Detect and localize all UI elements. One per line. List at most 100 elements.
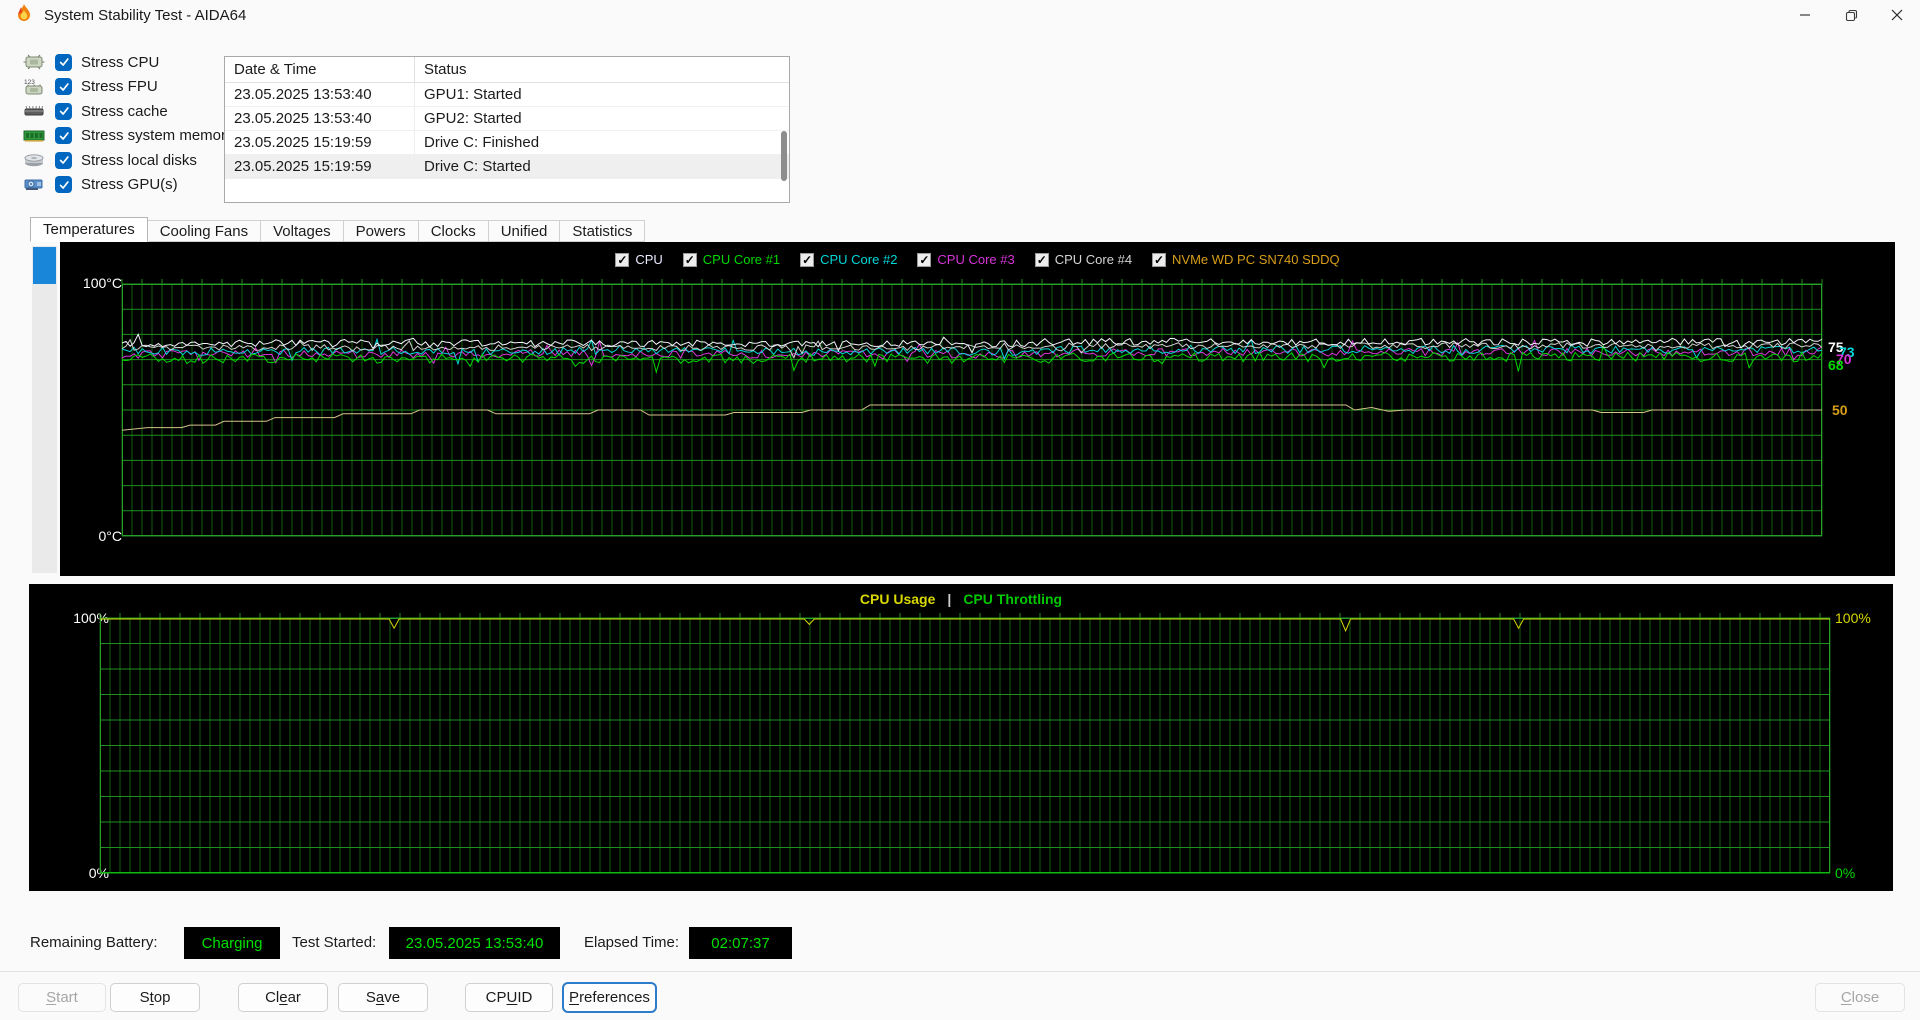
window-title: System Stability Test - AIDA64	[44, 6, 247, 24]
stress-item: Stress local disks	[22, 148, 234, 173]
close-dialog-button[interactable]: Close	[1815, 983, 1905, 1012]
legend-checkbox[interactable]: ✓	[1034, 252, 1049, 267]
log-row[interactable]: 23.05.2025 13:53:40 GPU1: Started	[225, 83, 789, 107]
status-label: Test Started:	[292, 934, 377, 951]
start-button[interactable]: Start	[18, 983, 106, 1012]
stress-item-label: Stress local disks	[81, 151, 197, 169]
log-cell-datetime: 23.05.2025 13:53:40	[225, 83, 415, 106]
legend-item: ✓ CPU Core #3	[917, 252, 1015, 267]
status-label: Remaining Battery:	[30, 934, 158, 951]
stress-checkbox[interactable]	[55, 78, 72, 96]
status-bar: Remaining Battery: Charging Test Started: 2…	[0, 927, 1920, 959]
usage-header-cpu-throttling: CPU Throttling	[963, 591, 1063, 607]
legend-checkbox[interactable]: ✓	[800, 252, 815, 267]
current-value-label: 50	[1832, 402, 1848, 418]
legend-label: NVMe WD PC SN740 SDDQ	[1172, 252, 1340, 267]
memory-icon	[22, 127, 46, 145]
stress-list: Stress CPU 123 Stress FPU Stress cache Stres…	[22, 50, 234, 197]
temperature-legend: ✓ CPU ✓ CPU Core #1 ✓ CPU Core #2 ✓ CPU Core #3…	[60, 252, 1895, 267]
stress-checkbox[interactable]	[55, 102, 72, 120]
cpu-usage-plot	[99, 613, 1831, 874]
cpuid-button[interactable]: CPUID	[465, 983, 553, 1012]
stress-item: Stress cache	[22, 99, 234, 124]
disk-icon	[22, 151, 46, 169]
log-table: Date & Time Status 23.05.2025 13:53:40 GPU1…	[224, 56, 790, 203]
log-cell-datetime: 23.05.2025 15:19:59	[225, 131, 415, 154]
close-button[interactable]	[1874, 0, 1920, 30]
gpu-icon	[22, 176, 46, 194]
cpu-usage-chart-panel: CPU Usage | CPU Throttling 100% 0% 100% 0%	[29, 584, 1893, 891]
temp-axis-bottom-label: 0°C	[98, 528, 123, 544]
log-cell-datetime: 23.05.2025 15:19:59	[225, 155, 415, 178]
stress-checkbox[interactable]	[55, 127, 72, 145]
legend-item: ✓ CPU Core #4	[1034, 252, 1133, 267]
current-value-label: 68	[1828, 357, 1844, 373]
save-button[interactable]: Save	[338, 983, 428, 1012]
stress-item-label: Stress GPU(s)	[81, 176, 178, 194]
tab-temperatures[interactable]: Temperatures	[30, 217, 148, 242]
log-row[interactable]: 23.05.2025 13:53:40 GPU2: Started	[225, 107, 789, 131]
temperature-chart-panel: ✓ CPU ✓ CPU Core #1 ✓ CPU Core #2 ✓ CPU Core #3…	[60, 242, 1895, 576]
usage-axis-right-top: 100%	[1835, 610, 1871, 626]
tab-bar: Temperatures Cooling Fans Voltages Powers Cl…	[30, 217, 646, 242]
tab-statistics[interactable]: Statistics	[560, 220, 646, 242]
usage-header-cpu-usage: CPU Usage	[859, 591, 936, 607]
log-col-status: Status	[424, 61, 467, 78]
usage-header--: |	[947, 591, 952, 607]
cache-icon	[22, 102, 46, 120]
log-header-row: Date & Time Status	[225, 57, 789, 83]
log-cell-status: Drive C: Started	[424, 158, 531, 175]
tab-unified[interactable]: Unified	[488, 220, 561, 242]
flame-icon	[14, 3, 34, 28]
stress-item: 123 Stress FPU	[22, 75, 234, 100]
legend-label: CPU Core #1	[702, 252, 781, 267]
stress-item: Stress GPU(s)	[22, 173, 234, 198]
stress-checkbox[interactable]	[55, 176, 72, 194]
stress-item-label: Stress CPU	[81, 53, 160, 71]
stress-item-label: Stress FPU	[81, 78, 158, 96]
legend-checkbox[interactable]: ✓	[682, 252, 697, 267]
stop-button[interactable]: Stop	[110, 983, 200, 1012]
tab-powers[interactable]: Powers	[343, 220, 419, 242]
title-bar: System Stability Test - AIDA64	[0, 0, 1920, 30]
log-cell-datetime: 23.05.2025 13:53:40	[225, 107, 415, 130]
minimize-button[interactable]	[1782, 0, 1828, 30]
log-cell-status: GPU1: Started	[424, 86, 522, 103]
tab-voltages[interactable]: Voltages	[261, 220, 344, 242]
log-col-datetime: Date & Time	[225, 57, 415, 82]
log-row[interactable]: 23.05.2025 15:19:59 Drive C: Finished	[225, 131, 789, 155]
stress-item-label: Stress system memory	[81, 127, 234, 145]
log-scrollbar-thumb[interactable]	[781, 131, 787, 181]
fpu-icon: 123	[22, 78, 46, 96]
stress-checkbox[interactable]	[55, 151, 72, 169]
chart-vertical-scrollbar[interactable]	[32, 246, 57, 573]
log-scrollbar[interactable]	[781, 59, 787, 200]
caption-buttons	[1782, 0, 1920, 30]
restore-button[interactable]	[1828, 0, 1874, 30]
button-divider	[0, 971, 1920, 972]
legend-checkbox[interactable]: ✓	[917, 252, 932, 267]
preferences-button[interactable]: Preferences	[562, 982, 657, 1013]
log-row[interactable]: 23.05.2025 15:19:59 Drive C: Started	[225, 155, 789, 179]
legend-item: ✓ CPU	[615, 252, 663, 267]
stress-checkbox[interactable]	[55, 53, 72, 71]
legend-checkbox[interactable]: ✓	[1152, 252, 1167, 267]
stress-item-label: Stress cache	[81, 102, 168, 120]
stress-item: Stress system memory	[22, 124, 234, 149]
tab-cooling-fans[interactable]: Cooling Fans	[147, 220, 262, 242]
status-label: Elapsed Time:	[584, 934, 680, 951]
clear-button[interactable]: Clear	[238, 983, 328, 1012]
chart-vertical-scrollbar-thumb[interactable]	[33, 247, 56, 284]
log-cell-status: GPU2: Started	[424, 110, 522, 127]
legend-label: CPU	[635, 252, 663, 267]
legend-label: CPU Core #3	[937, 252, 1015, 267]
status-value: 23.05.2025 13:53:40	[389, 927, 560, 959]
cpu-icon	[22, 53, 46, 71]
stress-item: Stress CPU	[22, 50, 234, 75]
tab-clocks[interactable]: Clocks	[418, 220, 489, 242]
status-value: 02:07:37	[689, 927, 792, 959]
usage-chart-header: CPU Usage | CPU Throttling	[29, 591, 1893, 607]
legend-checkbox[interactable]: ✓	[615, 252, 630, 267]
temperature-plot	[121, 279, 1823, 537]
legend-label: CPU Core #4	[1054, 252, 1133, 267]
